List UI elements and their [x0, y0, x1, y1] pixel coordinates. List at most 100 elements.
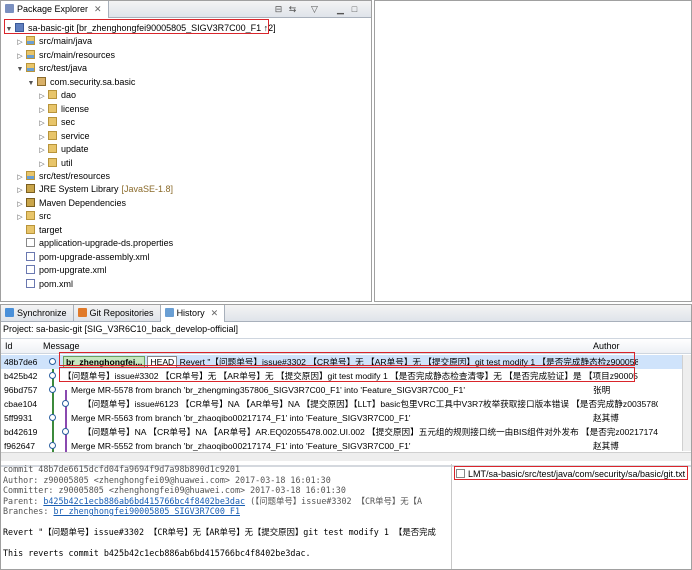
- expand-toggle-icon[interactable]: ▷: [38, 104, 46, 117]
- tree-item[interactable]: ▷ src: [16, 210, 51, 223]
- tree-item-label: util: [61, 157, 73, 168]
- committer-line: Committer: z90005805 <zhenghongfei09@hua…: [3, 485, 346, 495]
- source-folder-icon: [26, 36, 35, 46]
- git-repositories-icon: [77, 308, 87, 317]
- column-message[interactable]: Message: [43, 341, 80, 351]
- folder-icon: [48, 90, 57, 100]
- history-scrollbar[interactable]: [682, 355, 691, 451]
- tree-item[interactable]: ▷ service: [38, 130, 90, 143]
- folder-icon: [26, 224, 35, 234]
- collapse-all-icon[interactable]: ⊟: [273, 4, 284, 15]
- tree-item[interactable]: ▷ src/main/java: [16, 35, 92, 48]
- tree-item[interactable]: application-upgrade-ds.properties: [16, 237, 173, 250]
- close-icon[interactable]: ✕: [211, 308, 219, 318]
- package-explorer-view: Package Explorer ✕ ⊟ ⇆ ▽ ▁ □ ▼ sa-basic-gi…: [0, 0, 372, 302]
- tree-item[interactable]: ▷ license: [38, 103, 89, 116]
- expand-toggle-icon[interactable]: ▼: [16, 63, 24, 76]
- parent-link[interactable]: b425b42c1ecb886ab6bd415766bc4f8402be3dac: [43, 496, 245, 506]
- view-menu-icon[interactable]: ▽: [309, 4, 320, 15]
- package-explorer-icon: [5, 4, 14, 13]
- tree-item-label: sec: [61, 117, 76, 128]
- expand-toggle-icon[interactable]: ▷: [16, 211, 24, 224]
- expand-toggle-icon[interactable]: ▷: [38, 158, 46, 171]
- tree-item-label: pom-upgrade-assembly.xml: [39, 251, 150, 262]
- tree-item[interactable]: ▷ dao: [38, 89, 76, 102]
- tree-item[interactable]: ▷ sec: [38, 116, 75, 129]
- author-line: Author: z90005805 <zhenghongfei09@huawei…: [3, 474, 331, 485]
- tree-item-label: dao: [61, 90, 77, 101]
- bottom-tabbar: Synchronize Git Repositories History ✕: [1, 305, 691, 322]
- commit-id: cbae104: [4, 399, 37, 409]
- history-row[interactable]: 5ff9931 Merge MR-5563 from branch 'br_zha…: [1, 411, 691, 425]
- tree-item[interactable]: pom-upgrade-assembly.xml: [16, 251, 149, 264]
- expand-toggle-icon[interactable]: ▷: [16, 171, 24, 184]
- tree-item[interactable]: target: [16, 224, 62, 237]
- commit-line: commit 48b7de6615dcfd04fa9694f9d7a98b890…: [3, 464, 240, 474]
- expand-toggle-icon[interactable]: ▷: [38, 117, 46, 130]
- close-icon[interactable]: ✕: [94, 4, 102, 14]
- minimize-icon[interactable]: ▁: [335, 4, 346, 15]
- commit-author: 赵其博: [593, 441, 619, 451]
- history-row[interactable]: bd42619 【问题单号】NA 【CR单号】NA 【AR单号】AR.EQ0205…: [1, 425, 691, 439]
- changed-files-pane: LMT/sa-basic/src/test/java/com/security/…: [451, 464, 691, 569]
- tree-item[interactable]: ▷ src/test/resources: [16, 170, 110, 183]
- tree-item[interactable]: ▷ update: [38, 143, 89, 156]
- folder-icon: [48, 130, 57, 140]
- branches-line: Branches: br_zhenghongfei90005805_SIGV3R…: [3, 506, 240, 516]
- tree-item[interactable]: ▷ Maven Dependencies: [16, 197, 126, 210]
- commit-detail: commit 48b7de6615dcfd04fa9694f9d7a98b890…: [3, 464, 451, 569]
- history-view: Synchronize Git Repositories History ✕ Proj…: [0, 304, 692, 570]
- maximize-icon[interactable]: □: [349, 4, 360, 15]
- commit-id: 96bd757: [4, 385, 38, 395]
- tab-synchronize[interactable]: Synchronize: [1, 305, 74, 322]
- commit-message: 【问题单号】issue#6123 【CR单号】NA 【AR单号】NA 【提交原因…: [83, 397, 658, 411]
- package-explorer-tab[interactable]: Package Explorer ✕: [1, 1, 109, 18]
- expand-toggle-icon[interactable]: ▷: [16, 36, 24, 49]
- tree-item-label: src/main/resources: [39, 49, 116, 60]
- library-icon: [26, 184, 35, 194]
- tree-item[interactable]: pom-upgrate.xml: [16, 264, 107, 277]
- history-row[interactable]: cbae104 【问题单号】issue#6123 【CR单号】NA 【AR单号】N…: [1, 397, 691, 411]
- tree-item[interactable]: pom.xml: [16, 278, 73, 291]
- tree-item-label: src/main/java: [39, 36, 93, 47]
- commit-id: 5ff9931: [4, 413, 33, 423]
- tree-item[interactable]: ▼ src/test/java: [16, 62, 87, 75]
- tree-item[interactable]: ▷ util: [38, 157, 73, 170]
- changed-file-item[interactable]: LMT/sa-basic/src/test/java/com/security/…: [454, 466, 689, 480]
- tree-item-label: pom-upgrate.xml: [39, 265, 107, 276]
- tree-item-label: update: [61, 144, 89, 155]
- tree-item[interactable]: ▷ JRE System Library [JavaSE-1.8]: [16, 183, 173, 196]
- reverts-line: This reverts commit b425b42c1ecb886ab6bd…: [3, 548, 311, 558]
- expand-toggle-icon[interactable]: ▼: [27, 77, 35, 90]
- expand-toggle-icon[interactable]: ▷: [16, 198, 24, 211]
- tree-item[interactable]: ▼ com.security.sa.basic: [27, 76, 135, 89]
- source-folder-icon: [26, 49, 35, 59]
- commit-author: 赵其博: [593, 413, 619, 423]
- history-icon: [164, 308, 174, 317]
- source-folder-icon: [26, 63, 35, 73]
- expand-toggle-icon[interactable]: ▷: [16, 184, 24, 197]
- commit-message-text: Merge MR-5552 from branch 'br_zhaoqibo00…: [71, 441, 411, 451]
- commit-message-text: 【问题单号】issue#6123 【CR单号】NA 【AR单号】NA 【提交原因…: [83, 399, 658, 409]
- expand-toggle-icon[interactable]: ▷: [38, 144, 46, 157]
- expand-toggle-icon[interactable]: ▷: [16, 50, 24, 63]
- xml-file-icon: [26, 278, 35, 288]
- tree-item[interactable]: ▷ src/main/resources: [16, 49, 115, 62]
- tab-git-repositories[interactable]: Git Repositories: [74, 305, 161, 322]
- history-row[interactable]: f962647 Merge MR-5552 from branch 'br_zha…: [1, 439, 691, 453]
- expand-toggle-icon[interactable]: ▷: [38, 131, 46, 144]
- history-row[interactable]: 96bd757 Merge MR-5578 from branch 'br_zhe…: [1, 383, 691, 397]
- column-id[interactable]: Id: [5, 341, 13, 351]
- expand-toggle-icon[interactable]: ▷: [38, 90, 46, 103]
- folder-icon: [48, 144, 57, 154]
- tree-item-label: target: [39, 224, 63, 235]
- branch-link[interactable]: br_zhenghongfei90005805_SIGV3R7C00_F1: [53, 506, 240, 516]
- link-with-editor-icon[interactable]: ⇆: [287, 4, 298, 15]
- column-author[interactable]: Author: [593, 341, 620, 351]
- history-hscrollbar[interactable]: [1, 452, 691, 461]
- tab-history[interactable]: History ✕: [160, 305, 226, 322]
- commit-message-text: 【问题单号】NA 【CR单号】NA 【AR单号】AR.EQ02055478.00…: [83, 427, 658, 437]
- commit-node-icon: [49, 414, 56, 421]
- folder-icon: [26, 211, 35, 221]
- commit-node-icon: [49, 386, 56, 393]
